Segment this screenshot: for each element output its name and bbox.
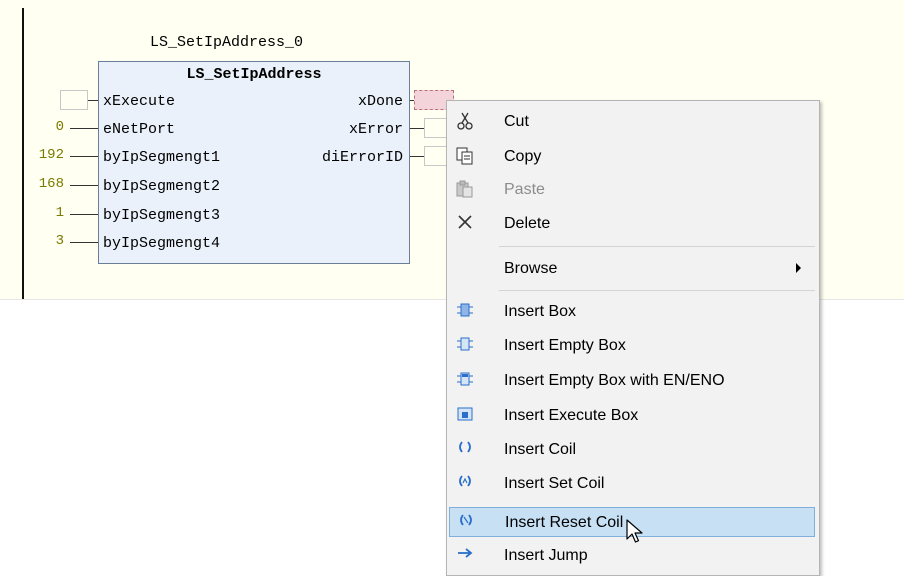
menu-item-label: Insert Box [504,303,577,320]
menu-item-label: Paste [504,181,545,198]
input-value[interactable]: 1 [24,205,64,221]
input-wire [70,242,98,243]
menu-item-insert-set-coil[interactable]: Insert Set Coil [449,469,815,499]
output-pin: xDone [357,93,403,110]
menu-item-insert-execute-box[interactable]: Insert Execute Box [449,401,815,431]
insert-box-icon [455,302,475,322]
menu-item-insert-coil[interactable]: Insert Coil [449,435,815,465]
menu-item-browse[interactable]: Browse [449,254,815,284]
input-pin: byIpSegmengt2 [103,178,221,195]
input-value[interactable]: 168 [24,176,64,192]
menu-item-delete[interactable]: Delete [449,209,815,239]
copy-icon [455,147,475,167]
input-wire [70,185,98,186]
mouse-pointer-icon [626,519,644,550]
input-value[interactable]: 192 [24,147,64,163]
fb-type-name: LS_SetIpAddress [186,66,322,83]
menu-item-copy[interactable]: Copy [449,142,815,172]
output-wire [410,128,424,129]
input-wire [70,128,98,129]
menu-item-label: Copy [504,148,542,165]
menu-separator [499,246,815,247]
menu-item-label: Insert Set Coil [504,475,605,492]
input-pin: xExecute [103,93,176,110]
menu-item-label: Insert Reset Coil [505,514,624,531]
output-value-slot[interactable] [424,118,448,138]
input-value[interactable]: 0 [24,119,64,135]
function-block[interactable]: LS_SetIpAddress xExecute eNetPort byIpSe… [98,61,410,264]
insert-execute-box-icon [455,406,475,426]
insert-reset-coil-icon [456,513,476,533]
input-wire [88,100,98,101]
menu-item-label: Insert Jump [504,547,588,564]
input-value[interactable]: 3 [24,233,64,249]
menu-item-label: Insert Empty Box with EN/ENO [504,372,725,389]
input-pin: byIpSegmengt1 [103,149,221,166]
menu-item-insert-empty-box[interactable]: Insert Empty Box [449,331,815,361]
context-menu: Cut Copy Paste Delete Browse Insert Box [446,100,820,576]
menu-item-insert-box[interactable]: Insert Box [449,297,815,327]
input-wire [70,214,98,215]
insert-empty-box-icon [455,336,475,356]
input-wire [70,156,98,157]
output-value-slot[interactable] [424,146,448,166]
insert-coil-icon [455,440,475,460]
menu-item-label: Delete [504,215,551,232]
menu-item-label: Insert Empty Box [504,337,626,354]
output-pin: diErrorID [321,149,403,166]
delete-icon [455,214,475,234]
paste-icon [455,180,475,200]
menu-item-label: Cut [504,113,529,130]
menu-item-label: Insert Execute Box [504,407,639,424]
menu-item-insert-empty-box-en-eno[interactable]: Insert Empty Box with EN/ENO [449,366,815,396]
scissors-icon [455,112,475,132]
output-pin: xError [348,121,403,138]
menu-item-label: Insert Coil [504,441,577,458]
menu-item-paste[interactable]: Paste [449,175,815,205]
fb-instance-name[interactable]: LS_SetIpAddress_0 [150,34,303,51]
insert-set-coil-icon [455,474,475,494]
submenu-arrow-icon [796,263,801,273]
input-pin: eNetPort [103,121,176,138]
menu-item-cut[interactable]: Cut [449,107,815,137]
output-wire [410,156,424,157]
input-value-slot[interactable] [60,90,88,110]
insert-jump-icon [455,546,475,566]
menu-separator [499,290,815,291]
input-pin: byIpSegmengt4 [103,235,221,252]
insert-empty-box-en-eno-icon [455,371,475,391]
input-pin: byIpSegmengt3 [103,207,221,224]
menu-item-label: Browse [504,260,558,277]
